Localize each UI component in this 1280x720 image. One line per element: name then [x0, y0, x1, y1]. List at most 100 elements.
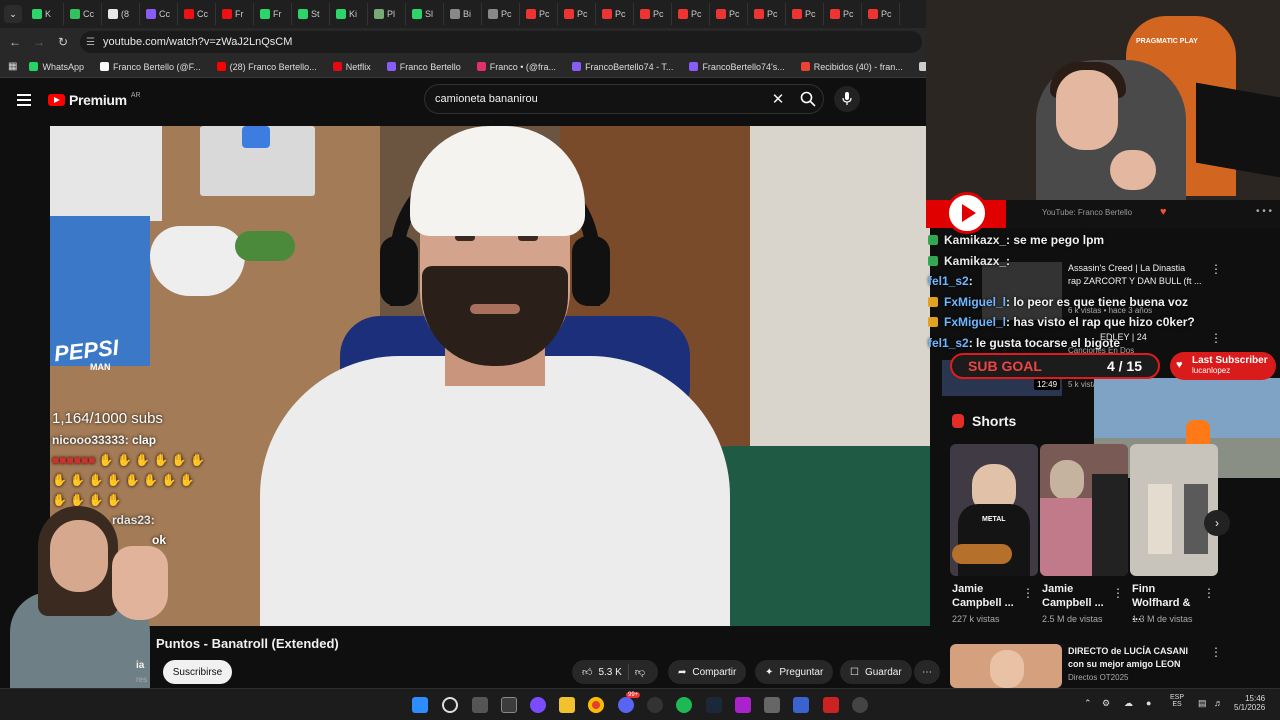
bookmark-item[interactable]: Franco • (@fra...	[476, 62, 556, 72]
forward-icon[interactable]: →	[32, 35, 46, 49]
browser-tab[interactable]: Fr	[216, 3, 254, 25]
like-icon[interactable]: 👍︎	[582, 666, 592, 678]
short-thumbnail[interactable]	[1130, 444, 1218, 576]
clear-search-icon[interactable]: ✕	[763, 90, 793, 108]
search-icon[interactable]	[442, 697, 458, 713]
rec-menu-icon[interactable]: ⋮	[1210, 645, 1222, 659]
browser-tab[interactable]: K	[26, 3, 64, 25]
like-count[interactable]: 5.3 K	[598, 667, 621, 678]
bookmark-item[interactable]: Recibidos (40) - fran...	[800, 62, 903, 72]
search-input[interactable]: camioneta bananirou	[435, 93, 763, 105]
spotify-icon[interactable]	[676, 697, 692, 713]
short-title[interactable]: Jamie Campbell ...	[1042, 582, 1112, 610]
browser-tab[interactable]: Pc	[862, 3, 900, 25]
subscribe-button[interactable]: Suscribirse	[163, 660, 232, 684]
browser-tab[interactable]: Cc	[140, 3, 178, 25]
tab-favicon-icon	[488, 9, 498, 19]
bookmark-item[interactable]: Franco Bertello	[386, 62, 461, 72]
bookmark-item[interactable]: Netflix	[332, 62, 371, 72]
site-info-icon[interactable]: ☰	[86, 37, 95, 48]
short-body	[1040, 498, 1100, 576]
browser-tab[interactable]: Cc	[64, 3, 102, 25]
browser-tab[interactable]: Cc	[178, 3, 216, 25]
dislike-icon[interactable]: 👎︎	[635, 666, 645, 678]
short-thumbnail[interactable]	[1040, 444, 1128, 576]
tray-icon[interactable]: ☁	[1124, 698, 1133, 709]
save-button[interactable]: ☐ Guardar	[840, 660, 912, 684]
task-view-icon[interactable]	[472, 697, 488, 713]
browser-tab[interactable]: Pc	[672, 3, 710, 25]
start-icon[interactable]	[412, 697, 428, 713]
chrome-icon[interactable]	[588, 697, 604, 713]
network-icon[interactable]: ▤	[1198, 698, 1207, 709]
browser-tab[interactable]: St	[292, 3, 330, 25]
browser-tab[interactable]: Pc	[596, 3, 634, 25]
widgets-icon[interactable]	[501, 697, 517, 713]
more-actions-icon[interactable]: ⋯	[914, 660, 940, 684]
ask-button[interactable]: ✦ Preguntar	[755, 660, 834, 684]
bookmark-item[interactable]: outlook	[918, 62, 926, 72]
tab-search-icon[interactable]: ⌄	[4, 5, 22, 23]
person-torso	[260, 356, 730, 626]
menu-icon[interactable]	[17, 94, 31, 106]
bookmark-favicon-icon	[572, 62, 582, 71]
browser-tab[interactable]: Pc	[786, 3, 824, 25]
back-icon[interactable]: ←	[8, 35, 22, 49]
short-menu-icon[interactable]: ⋮	[1022, 586, 1034, 600]
language-indicator[interactable]: ESP ES	[1170, 694, 1184, 708]
bookmark-item[interactable]: Franco Bertello (@F...	[99, 62, 201, 72]
youtube-premium-logo[interactable]: Premium AR	[48, 92, 141, 108]
bookmark-item[interactable]: WhatsApp	[29, 62, 84, 72]
short-title[interactable]: Jamie Campbell ...	[952, 582, 1022, 610]
address-bar[interactable]: ☰ youtube.com/watch?v=zWaJ2LnQsCM	[80, 31, 922, 53]
sub-goal-label: SUB GOAL	[968, 358, 1042, 374]
browser-tab[interactable]: Pc	[824, 3, 862, 25]
app-icon[interactable]	[735, 697, 751, 713]
bookmark-item[interactable]: FrancoBertello74's...	[689, 62, 785, 72]
browser-tab[interactable]: Bi	[444, 3, 482, 25]
tab-favicon-icon	[184, 9, 194, 19]
sub-goal-widget: SUB GOAL 4 / 15	[950, 353, 1160, 379]
bookmark-item[interactable]: (28) Franco Bertello...	[216, 62, 317, 72]
tray-expand-icon[interactable]: ⌃	[1084, 698, 1092, 709]
browser-tab[interactable]: Pc	[634, 3, 672, 25]
file-explorer-icon[interactable]	[559, 697, 575, 713]
search-icon[interactable]	[793, 84, 823, 114]
app-icon[interactable]	[530, 697, 546, 713]
browser-tab[interactable]: (8	[102, 3, 140, 25]
app-icon[interactable]	[793, 697, 809, 713]
tray-icon[interactable]: ●	[1146, 698, 1151, 708]
tray-icon[interactable]: ⚙	[1102, 698, 1110, 709]
apps-icon[interactable]: ▦	[8, 61, 17, 72]
browser-tab[interactable]: Pl	[368, 3, 406, 25]
rec-title[interactable]: DIRECTO de LUCÍA CASANI con su mejor ami…	[1068, 645, 1204, 671]
bookmarks-bar: ▦ WhatsApp Franco Bertello (@F... (28) Fra…	[0, 56, 926, 78]
shorts-next-icon[interactable]: ›	[1204, 510, 1230, 536]
browser-tab[interactable]: Pc	[710, 3, 748, 25]
share-button[interactable]: ➦ Compartir	[668, 660, 747, 684]
search-box[interactable]: camioneta bananirou ✕	[424, 84, 824, 114]
volume-icon[interactable]: ♬	[1214, 698, 1223, 708]
browser-tab[interactable]: Ki	[330, 3, 368, 25]
app-icon[interactable]	[647, 697, 663, 713]
channel-name[interactable]: ia	[136, 660, 144, 671]
browser-tab[interactable]: Pc	[520, 3, 558, 25]
app-icon[interactable]	[823, 697, 839, 713]
browser-tab[interactable]: Pc	[558, 3, 596, 25]
short-thumbnail[interactable]: METAL	[950, 444, 1038, 576]
steam-icon[interactable]	[706, 697, 722, 713]
reload-icon[interactable]: ↻	[56, 35, 70, 49]
app-icon[interactable]	[764, 697, 780, 713]
short-menu-icon[interactable]: ⋮	[1112, 586, 1124, 600]
bookmark-item[interactable]: FrancoBertello74 - T...	[572, 62, 673, 72]
clock[interactable]: 15:46 5/1/2026	[1234, 694, 1265, 712]
discord-icon[interactable]	[618, 697, 634, 713]
browser-tab[interactable]: Sl	[406, 3, 444, 25]
voice-search-icon[interactable]	[834, 86, 860, 112]
browser-tab[interactable]: Pc	[482, 3, 520, 25]
obs-icon[interactable]	[852, 697, 868, 713]
rec-thumbnail[interactable]	[950, 644, 1062, 688]
browser-tab[interactable]: Pc	[748, 3, 786, 25]
short-menu-icon[interactable]: ⋮	[1203, 586, 1215, 600]
browser-tab[interactable]: Fr	[254, 3, 292, 25]
